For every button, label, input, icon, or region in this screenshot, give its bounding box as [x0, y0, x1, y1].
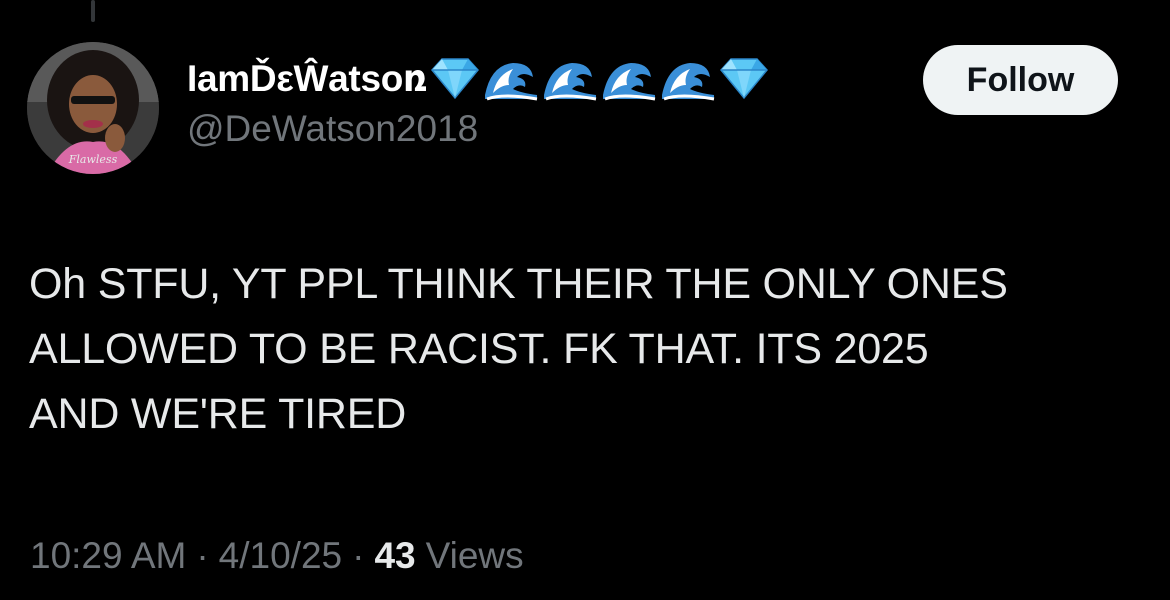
- tweet-date[interactable]: 4/10/25: [219, 535, 342, 577]
- thread-connector-line: [91, 0, 95, 22]
- author-name-row[interactable]: IamĎεŴatsoռ: [187, 52, 769, 104]
- author-handle[interactable]: @DeWatson2018: [187, 108, 478, 150]
- gem-icon: [431, 58, 480, 100]
- avatar[interactable]: Flawless: [27, 42, 159, 174]
- follow-button[interactable]: Follow: [923, 45, 1118, 115]
- name-emoji-group: [430, 55, 769, 101]
- views-count[interactable]: 43: [374, 535, 415, 577]
- tweet-time[interactable]: 10:29 AM: [30, 535, 186, 577]
- wave-icon: [603, 63, 656, 101]
- gem-icon: [720, 58, 769, 100]
- tweet-text-line: ALLOWED TO BE RACIST. FK THAT. ITS 2025: [29, 325, 929, 373]
- wave-icon: [662, 63, 715, 101]
- avatar-caption: Flawless: [68, 153, 118, 166]
- author-display-name[interactable]: IamĎεŴatsoռ: [187, 57, 428, 100]
- metadata-separator: ·: [352, 535, 365, 576]
- wave-icon: [544, 63, 597, 101]
- wave-icon: [485, 63, 538, 101]
- tweet-metadata: 10:29 AM · 4/10/25 · 43 Views: [30, 535, 524, 577]
- tweet-text: Oh STFU, YT PPL THINK THEIR THE ONLY ONE…: [29, 252, 1149, 447]
- tweet-text-line: Oh STFU, YT PPL THINK THEIR THE ONLY ONE…: [29, 260, 1008, 308]
- views-label[interactable]: Views: [426, 535, 524, 577]
- tweet-text-line: AND WE'RE TIRED: [29, 390, 407, 438]
- avatar-image: Flawless: [27, 42, 159, 174]
- metadata-separator: ·: [196, 535, 209, 576]
